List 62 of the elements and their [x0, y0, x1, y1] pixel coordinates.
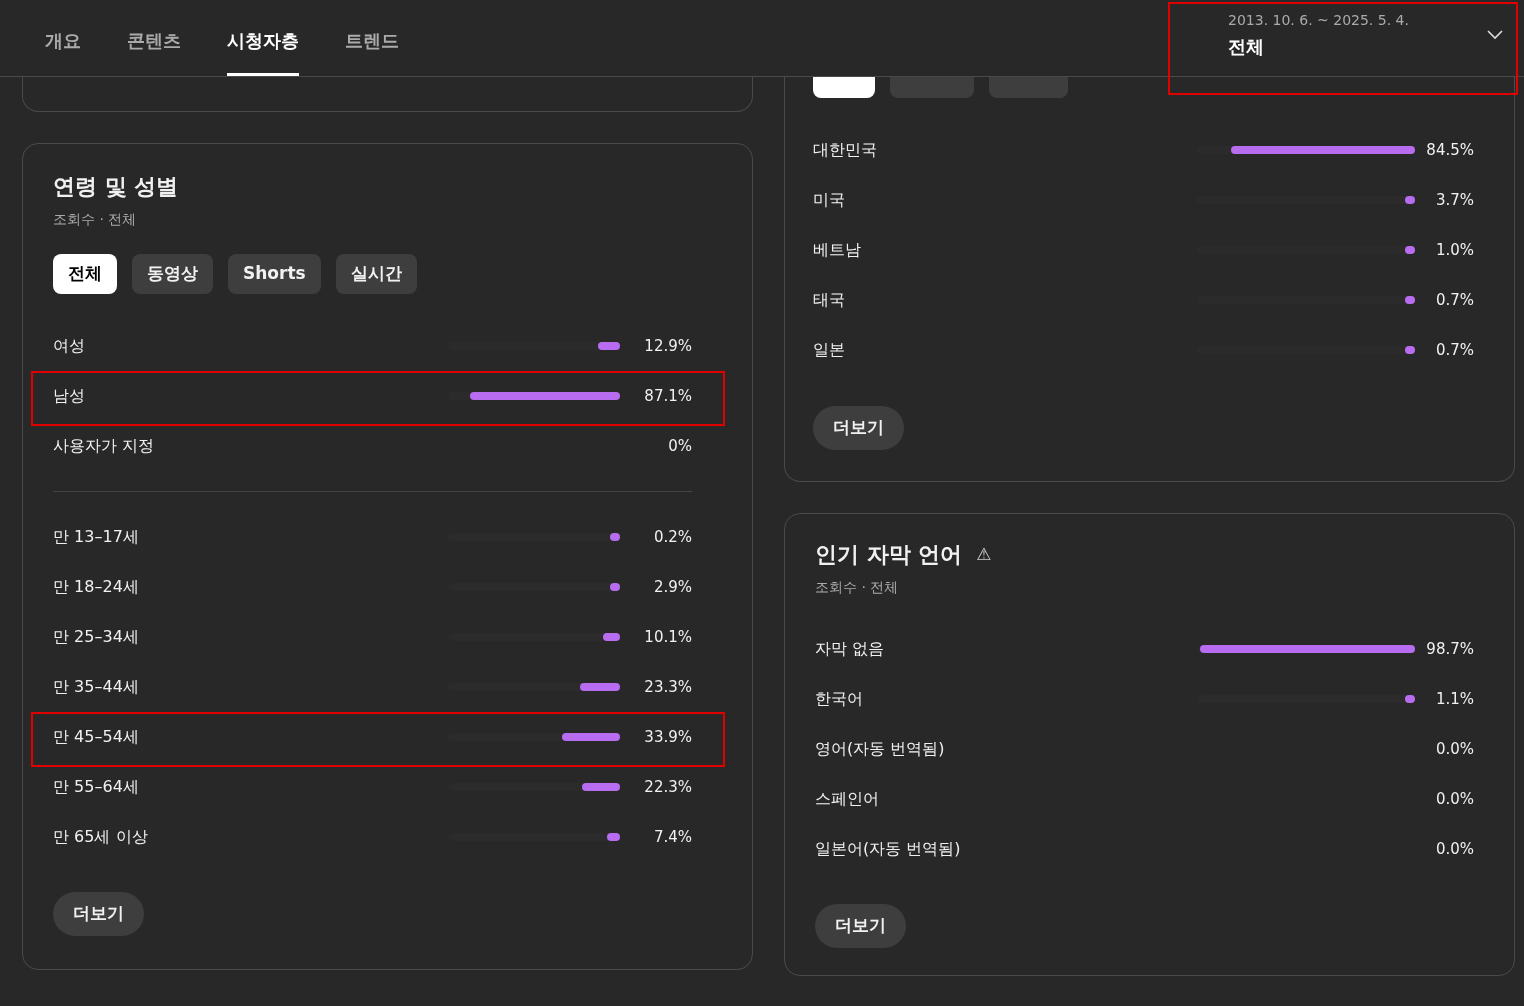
chevron-down-icon: [1486, 28, 1504, 40]
row-label: 일본어(자동 번역됨): [815, 839, 961, 858]
row-label: 자막 없음: [815, 639, 885, 658]
row-label: 일본: [813, 340, 845, 359]
percent-value: 3.7%: [1434, 189, 1474, 211]
row-label: 만 18–24세: [53, 577, 139, 596]
percent-value: 7.4%: [652, 826, 692, 848]
percent-value: 84.5%: [1425, 139, 1474, 161]
percent-value: 0.2%: [652, 526, 692, 548]
nav-tab[interactable]: 트렌드: [345, 0, 399, 76]
row-label: 사용자가 지정: [53, 436, 155, 455]
more-button[interactable]: 더보기: [813, 406, 904, 450]
percent-value: 10.1%: [643, 626, 692, 648]
row-label: 여성: [53, 336, 85, 355]
row-label: 만 65세 이상: [53, 827, 148, 846]
row-label: 만 55–64세: [53, 777, 139, 796]
nav-tab[interactable]: 콘텐츠: [127, 0, 181, 76]
percent-value: 33.9%: [643, 726, 692, 748]
nav-tab[interactable]: 시청자층: [227, 0, 299, 76]
row-label: 대한민국: [813, 140, 877, 159]
percent-value: 2.9%: [652, 576, 692, 598]
card-title: 연령 및 성별: [53, 173, 180, 201]
row-label: 베트남: [813, 240, 861, 259]
percent-value: 22.3%: [643, 776, 692, 798]
filter-chip[interactable]: 전체: [53, 254, 117, 294]
percent-value: 1.1%: [1434, 688, 1474, 710]
filter-chip[interactable]: [989, 77, 1068, 98]
row-label: 태국: [813, 290, 845, 309]
date-range-value: 전체: [1228, 35, 1264, 59]
filter-chip[interactable]: Shorts: [228, 254, 321, 294]
row-label: 남성: [53, 386, 85, 405]
card-subtitle: 조회수 · 전체: [53, 210, 138, 229]
filter-chip[interactable]: [813, 77, 875, 98]
row-label: 영어(자동 번역됨): [815, 739, 945, 758]
row-label: 만 13–17세: [53, 527, 139, 546]
percent-value: 0%: [667, 435, 692, 457]
date-range-text: 2013. 10. 6. ~ 2025. 5. 4.: [1228, 11, 1410, 30]
percent-value: 23.3%: [643, 676, 692, 698]
percent-value: 0.0%: [1434, 738, 1474, 760]
filter-chip[interactable]: 동영상: [132, 254, 213, 294]
card-title: 인기 자막 언어: [815, 541, 963, 569]
percent-value: 0.7%: [1434, 289, 1474, 311]
row-label: 미국: [813, 190, 845, 209]
filter-chip[interactable]: 실시간: [335, 254, 417, 294]
percent-value: 0.7%: [1434, 339, 1474, 361]
row-label: 만 25–34세: [53, 627, 139, 646]
more-button[interactable]: 더보기: [815, 904, 906, 948]
warning-icon: ⚠: [976, 541, 992, 568]
card-subtitle: 조회수 · 전체: [815, 578, 900, 597]
percent-value: 12.9%: [643, 335, 692, 357]
percent-value: 0.0%: [1434, 788, 1474, 810]
percent-value: 87.1%: [643, 385, 692, 407]
date-range-picker[interactable]: 2013. 10. 6. ~ 2025. 5. 4. 전체: [1168, 2, 1518, 95]
row-label: 만 35–44세: [53, 677, 139, 696]
row-label: 만 45–54세: [53, 727, 139, 746]
percent-value: 1.0%: [1434, 239, 1474, 261]
nav-tab[interactable]: 개요: [45, 0, 81, 76]
row-label: 한국어: [815, 689, 863, 708]
row-label: 스페인어: [815, 789, 879, 808]
percent-value: 0.0%: [1434, 838, 1474, 860]
percent-value: 98.7%: [1425, 638, 1474, 660]
more-button[interactable]: 더보기: [53, 892, 144, 936]
